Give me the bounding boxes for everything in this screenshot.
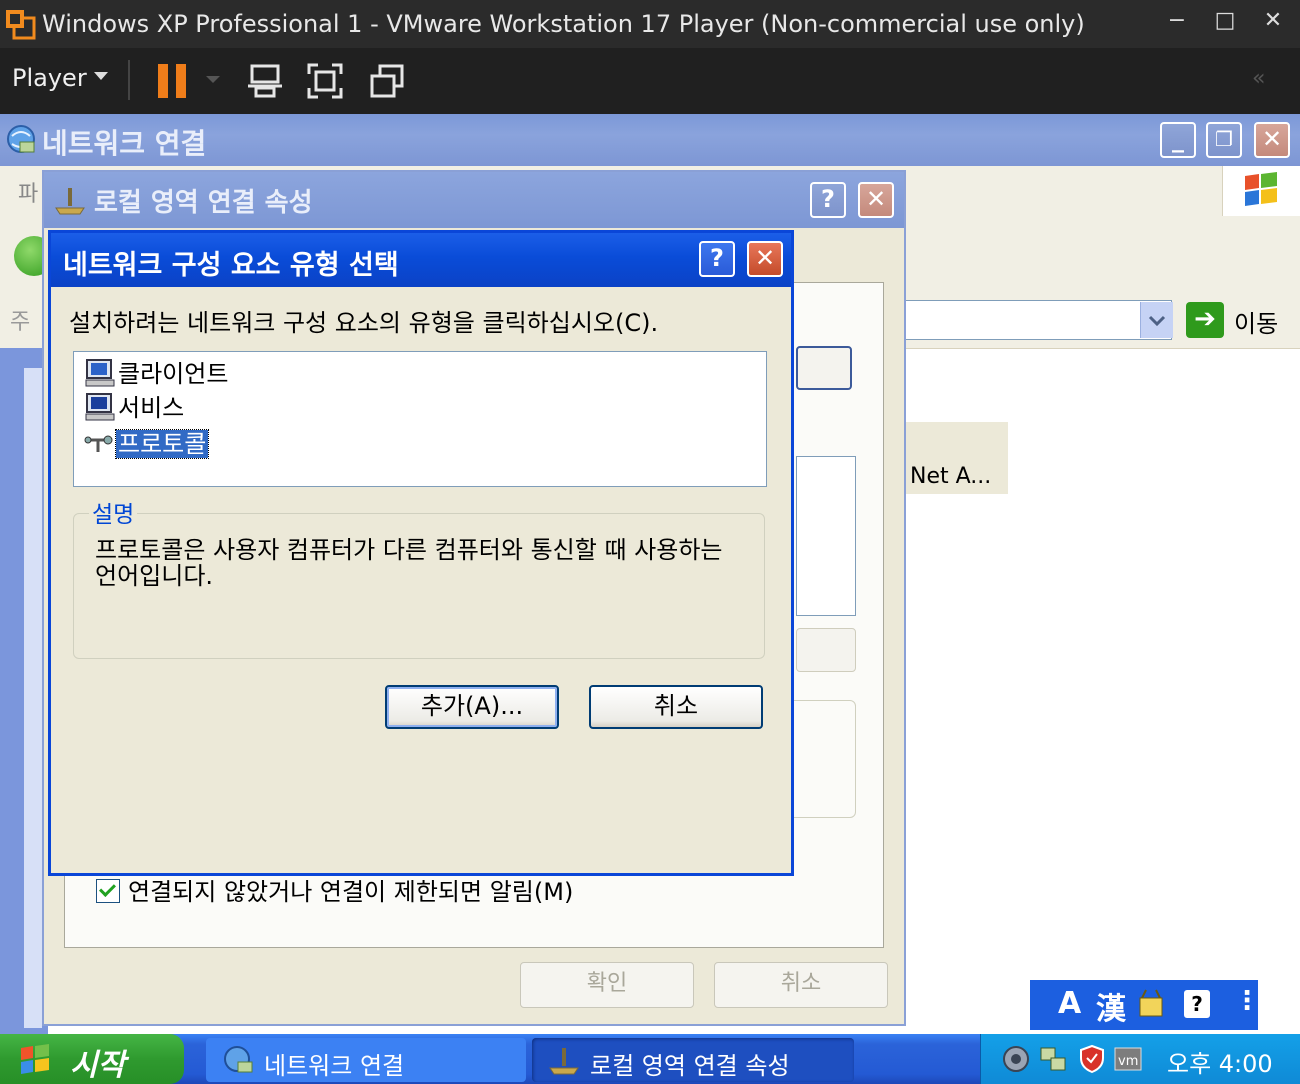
network-connections-icon — [7, 125, 35, 153]
network-adapter-label: Net A... — [910, 464, 992, 489]
pause-button[interactable] — [158, 64, 188, 98]
ime-help-icon[interactable]: ? — [1184, 990, 1210, 1018]
ime-hanja-toggle[interactable]: 漢 — [1096, 984, 1126, 1028]
address-dropdown[interactable] — [1140, 302, 1173, 338]
windows-flag-icon — [21, 1044, 49, 1074]
guest-desktop: 네트워크 연결 _ ❐ ✕ 파 주 ➔ 이동 Net A... 로컬 영역 연결… — [0, 114, 1300, 1084]
pause-dropdown-icon[interactable] — [206, 76, 220, 83]
vmware-close-button[interactable]: ✕ — [1258, 8, 1288, 33]
system-tray: vm 오후 4:00 — [980, 1034, 1300, 1084]
list-item-protocol[interactable]: 프로토콜 — [84, 424, 210, 459]
notify-limited-checkbox-label: 연결되지 않았거나 연결이 제한되면 알림(M) — [128, 878, 574, 906]
notify-limited-checkbox[interactable] — [96, 879, 120, 903]
network-connection-icon — [549, 1048, 579, 1075]
properties-cancel-button[interactable]: 취소 — [714, 962, 888, 1008]
client-computer-icon — [85, 359, 115, 387]
ok-button[interactable]: 확인 — [520, 962, 694, 1008]
network-connections-icon — [224, 1046, 253, 1073]
unity-icon[interactable] — [368, 62, 406, 100]
vmware-minimize-button[interactable]: − — [1162, 8, 1192, 33]
go-arrow-icon[interactable]: ➔ — [1186, 302, 1224, 338]
go-button-label[interactable]: 이동 — [1234, 304, 1278, 339]
chevron-down-icon — [1148, 315, 1166, 327]
properties-title: 로컬 영역 연결 속성 — [94, 188, 313, 218]
select-prompt: 설치하려는 네트워크 구성 요소의 유형을 클릭하십시오(C). — [69, 309, 659, 337]
description-label: 설명 — [89, 495, 138, 529]
ime-tools-icon[interactable] — [1134, 988, 1168, 1022]
vmware-toolbar: Player « — [0, 48, 1300, 114]
clock[interactable]: 오후 4:00 — [1167, 1044, 1273, 1079]
network-connections-title-bar: 네트워크 연결 _ ❐ ✕ — [0, 114, 1300, 166]
notify-limited-checkbox-row[interactable]: 연결되지 않았거나 연결이 제한되면 알림(M) — [96, 872, 573, 907]
address-input[interactable] — [900, 300, 1172, 340]
start-button[interactable]: 시작 — [0, 1034, 184, 1084]
ime-options-icon[interactable]: ⋮ — [1234, 986, 1260, 1016]
restore-button[interactable]: ❐ — [1206, 122, 1242, 158]
close-button[interactable]: ✕ — [1254, 122, 1290, 158]
help-button[interactable]: ? — [810, 182, 846, 218]
network-adapter-item[interactable]: Net A... — [906, 422, 1008, 494]
full-screen-icon[interactable] — [306, 62, 344, 100]
help-button[interactable]: ? — [699, 241, 735, 277]
task-pane — [0, 348, 48, 1038]
send-ctrl-alt-del-icon[interactable] — [246, 62, 284, 100]
address-label: 주 — [10, 310, 31, 335]
svg-text:vm: vm — [1118, 1054, 1138, 1069]
configure-button[interactable] — [796, 346, 852, 390]
windows-logo — [1222, 166, 1300, 216]
vmware-app-icon — [6, 10, 36, 40]
windows-flag-icon — [1245, 172, 1277, 206]
toolbar-separator — [128, 60, 130, 100]
taskbar: 시작 네트워크 연결 로컬 영역 연결 속성 vm 오후 4:00 — [0, 1034, 1300, 1084]
service-computer-icon — [85, 393, 115, 421]
taskbar-item-connection-properties[interactable]: 로컬 영역 연결 속성 — [532, 1038, 854, 1082]
network-tray-icon[interactable] — [1039, 1044, 1069, 1074]
player-menu[interactable]: Player — [12, 64, 87, 92]
speaker-icon[interactable] — [1001, 1044, 1031, 1074]
vmware-title-bar: Windows XP Professional 1 - VMware Works… — [0, 0, 1300, 48]
component-type-list[interactable]: 클라이언트 서비스 프로토콜 — [73, 351, 767, 487]
close-button[interactable]: ✕ — [858, 182, 894, 218]
vmware-window-title: Windows XP Professional 1 - VMware Works… — [42, 10, 1085, 38]
ime-language-bar: A 漢 ? ⋮ — [1030, 980, 1260, 1030]
network-connections-title: 네트워크 연결 — [42, 127, 207, 160]
select-component-type-dialog: 네트워크 구성 요소 유형 선택 ? ✕ 설치하려는 네트워크 구성 요소의 유… — [48, 230, 794, 876]
ime-mode-toggle[interactable]: A — [1058, 986, 1081, 1021]
close-button[interactable]: ✕ — [747, 241, 783, 277]
select-dialog-title-bar: 네트워크 구성 요소 유형 선택 ? ✕ — [51, 233, 791, 287]
list-item-service[interactable]: 서비스 — [84, 388, 186, 422]
collapse-toolbar-icon[interactable]: « — [1252, 66, 1265, 91]
vmware-maximize-button[interactable]: □ — [1210, 8, 1240, 33]
network-connection-icon — [55, 188, 85, 215]
component-buttons-row — [796, 628, 856, 672]
security-shield-icon[interactable] — [1077, 1044, 1107, 1074]
add-button[interactable]: 추가(A)... — [385, 685, 559, 729]
vmware-tools-icon[interactable]: vm — [1113, 1044, 1143, 1074]
cancel-button[interactable]: 취소 — [589, 685, 763, 729]
protocol-icon — [84, 435, 113, 452]
minimize-button[interactable]: _ — [1160, 122, 1196, 158]
description-text: 프로토콜은 사용자 컴퓨터가 다른 컴퓨터와 통신할 때 사용하는 언어입니다. — [95, 536, 723, 590]
select-dialog-title: 네트워크 구성 요소 유형 선택 — [63, 250, 399, 281]
menu-file-partial[interactable]: 파 — [18, 176, 38, 208]
chevron-down-icon[interactable] — [94, 72, 108, 80]
list-item-client[interactable]: 클라이언트 — [84, 354, 230, 388]
components-list[interactable] — [796, 456, 856, 616]
properties-title-bar: 로컬 영역 연결 속성 ? ✕ — [44, 172, 904, 228]
taskbar-item-network-connections[interactable]: 네트워크 연결 — [206, 1038, 526, 1082]
start-label: 시작 — [70, 1048, 126, 1083]
